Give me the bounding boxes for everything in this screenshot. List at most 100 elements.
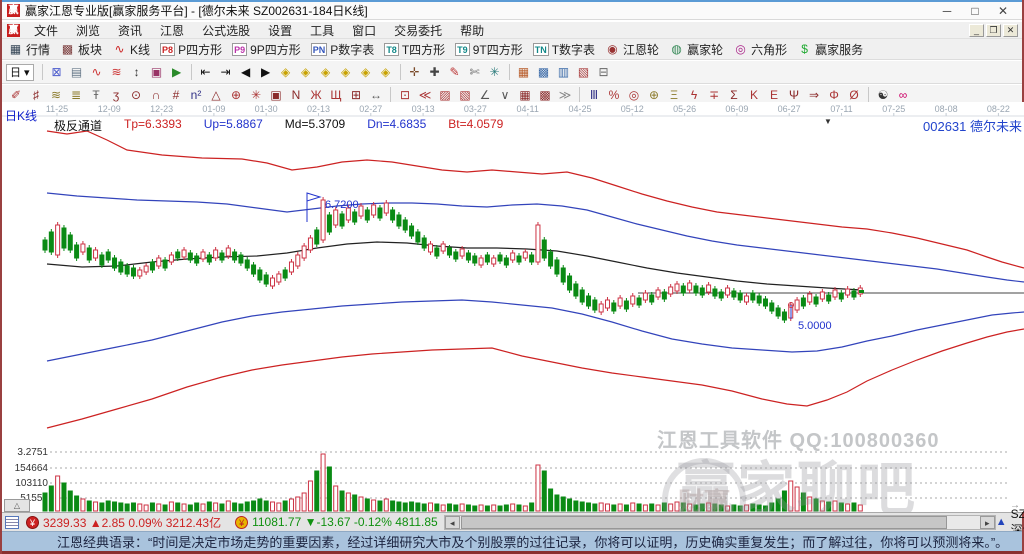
toolbar-button-T数字表[interactable]: TNT数字表 bbox=[533, 41, 595, 58]
toolbar-button-P四方形[interactable]: P8P四方形 bbox=[160, 41, 222, 58]
volume-bar bbox=[321, 454, 325, 511]
indicator-value: 极反通道 bbox=[54, 117, 102, 134]
pane-resize-button[interactable]: △ bbox=[4, 499, 30, 512]
gann-quote-text: 江恩经典语录：“时间是决定市场走势的重要因素，经过详细研究大市及个别股票的过往记… bbox=[57, 532, 1008, 551]
gann-diamond-left-icon[interactable]: ◈ bbox=[276, 63, 296, 81]
candle-body bbox=[492, 258, 496, 264]
hand-tool-icon[interactable]: ✛ bbox=[405, 63, 425, 81]
star-tool-icon[interactable]: ✳ bbox=[485, 63, 505, 81]
prev-bar-icon[interactable]: ◀ bbox=[236, 63, 256, 81]
market-grid-icon[interactable] bbox=[5, 516, 19, 529]
gann-diamond-right-icon[interactable]: ◈ bbox=[296, 63, 316, 81]
close-button[interactable]: ✕ bbox=[996, 4, 1010, 18]
menu-item-江恩[interactable]: 江恩 bbox=[151, 22, 193, 39]
toolbar-button-9T四方形[interactable]: T99T四方形 bbox=[455, 41, 523, 58]
mdi-close-button[interactable]: ✕ bbox=[1003, 24, 1018, 37]
cut-icon[interactable]: ✄ bbox=[465, 63, 485, 81]
play-icon[interactable]: ▶ bbox=[167, 63, 187, 81]
last-bar-icon[interactable]: ⇥ bbox=[216, 63, 236, 81]
menu-item-窗口[interactable]: 窗口 bbox=[343, 22, 385, 39]
indicator-value: Bt=4.0579 bbox=[448, 117, 503, 134]
toolbar-button-label: 六角形 bbox=[751, 41, 787, 58]
menu-item-帮助[interactable]: 帮助 bbox=[451, 22, 493, 39]
volume-bar bbox=[365, 499, 369, 511]
crosshair-icon[interactable]: ✚ bbox=[425, 63, 445, 81]
toolbar-button-label: 赢家轮 bbox=[687, 41, 723, 58]
window-layout-icon[interactable]: ⊠ bbox=[47, 63, 67, 81]
chart-horizontal-scrollbar[interactable]: ◂ ▸ bbox=[444, 515, 996, 530]
multi-chart-icon[interactable]: ≋ bbox=[107, 63, 127, 81]
gann-diamond-h-icon[interactable]: ◈ bbox=[316, 63, 336, 81]
candle-body bbox=[618, 298, 622, 306]
table-icon[interactable]: ▦ bbox=[514, 63, 534, 81]
volume-bar bbox=[656, 505, 660, 511]
sz-index-coin-icon[interactable]: ¥ bbox=[235, 516, 248, 529]
date-tick-label: 04-11 bbox=[517, 104, 539, 114]
info-panel-icon[interactable]: ▣ bbox=[147, 63, 167, 81]
menu-item-资讯[interactable]: 资讯 bbox=[109, 22, 151, 39]
menu-item-交易委托[interactable]: 交易委托 bbox=[385, 22, 451, 39]
panel-icon[interactable]: ▥ bbox=[554, 63, 574, 81]
maximize-button[interactable]: □ bbox=[968, 4, 982, 18]
menu-item-公式选股[interactable]: 公式选股 bbox=[193, 22, 259, 39]
toolbar-button-P数字表[interactable]: PNP数字表 bbox=[311, 41, 375, 58]
scroll-right-arrow[interactable]: ▸ bbox=[980, 516, 995, 529]
candle-body bbox=[94, 250, 98, 258]
volume-bar bbox=[599, 503, 603, 511]
export-icon[interactable]: ⊟ bbox=[594, 63, 614, 81]
volume-bar bbox=[429, 503, 433, 511]
toolbar-button-赢家服务[interactable]: $赢家服务 bbox=[797, 41, 863, 58]
candle-body bbox=[397, 215, 401, 226]
draw-icon[interactable]: ✎ bbox=[445, 63, 465, 81]
quote-list-icon[interactable]: ▤ bbox=[67, 63, 87, 81]
volume-bar bbox=[504, 505, 508, 511]
volume-scale-label: 154664 bbox=[15, 463, 49, 474]
next-bar-icon[interactable]: ▶ bbox=[256, 63, 276, 81]
menu-item-设置[interactable]: 设置 bbox=[259, 22, 301, 39]
tool-icon: ◍ bbox=[669, 42, 684, 56]
mdi-app-icon: 赢 bbox=[7, 24, 20, 37]
monitor-icon[interactable]: ▧ bbox=[574, 63, 594, 81]
toolbar-button-K线[interactable]: ∿K线 bbox=[112, 41, 150, 58]
toolbar-button-行情[interactable]: ▦行情 bbox=[8, 41, 50, 58]
candle-body bbox=[820, 292, 824, 299]
volume-bar bbox=[624, 505, 628, 511]
minimize-button[interactable]: ─ bbox=[940, 4, 954, 18]
toolbar-button-赢家轮[interactable]: ◍赢家轮 bbox=[669, 41, 723, 58]
toolbar-button-六角形[interactable]: ◎六角形 bbox=[733, 41, 787, 58]
gann-diamond-v-icon[interactable]: ◈ bbox=[356, 63, 376, 81]
scale-toggle-icon[interactable]: ↕ bbox=[127, 63, 147, 81]
gann-diamond-all-icon[interactable]: ◈ bbox=[376, 63, 396, 81]
volume-bar bbox=[182, 504, 186, 511]
volume-bar bbox=[271, 502, 275, 511]
menu-item-浏览[interactable]: 浏览 bbox=[67, 22, 109, 39]
channel-line-Dn bbox=[47, 300, 1024, 361]
toolbar-button-T四方形[interactable]: T8T四方形 bbox=[384, 41, 445, 58]
toolbar-button-板块[interactable]: ▩板块 bbox=[60, 41, 102, 58]
trend-chart-icon[interactable]: ∿ bbox=[87, 63, 107, 81]
date-tick-label: 01-30 bbox=[255, 104, 278, 114]
first-bar-icon[interactable]: ⇤ bbox=[196, 63, 216, 81]
calculator-icon[interactable]: ▩ bbox=[534, 63, 554, 81]
sz-index-quote[interactable]: 11081.77 ▼-13.67 -0.12% 4811.85 bbox=[252, 515, 438, 529]
menu-item-工具[interactable]: 工具 bbox=[301, 22, 343, 39]
candle-body bbox=[378, 208, 382, 218]
scrollbar-thumb[interactable] bbox=[461, 516, 947, 529]
toolbar-button-江恩轮[interactable]: ◉江恩轮 bbox=[605, 41, 659, 58]
sh-index-quote[interactable]: 3239.33 ▲2.85 0.09% 3212.43亿 bbox=[43, 514, 221, 531]
gann-diamond-cross-icon[interactable]: ◈ bbox=[336, 63, 356, 81]
period-dropdown[interactable]: 日 ▾ bbox=[6, 64, 34, 81]
toolbar-separator bbox=[191, 64, 192, 80]
volume-bar bbox=[68, 491, 72, 511]
menu-item-文件[interactable]: 文件 bbox=[25, 22, 67, 39]
chart-area[interactable]: 11-2512-0912-2301-0901-3002-1302-2703-13… bbox=[2, 102, 1024, 512]
volume-bar bbox=[296, 497, 300, 511]
mdi-minimize-button[interactable]: _ bbox=[969, 24, 984, 37]
candle-body bbox=[131, 268, 135, 276]
mdi-restore-button[interactable]: ❐ bbox=[986, 24, 1001, 37]
scroll-left-arrow[interactable]: ◂ bbox=[445, 516, 460, 529]
toolbar-button-9P四方形[interactable]: P99P四方形 bbox=[232, 41, 301, 58]
candle-body bbox=[587, 296, 591, 306]
volume-bar bbox=[75, 496, 79, 511]
sh-index-coin-icon[interactable]: ¥ bbox=[26, 516, 39, 529]
